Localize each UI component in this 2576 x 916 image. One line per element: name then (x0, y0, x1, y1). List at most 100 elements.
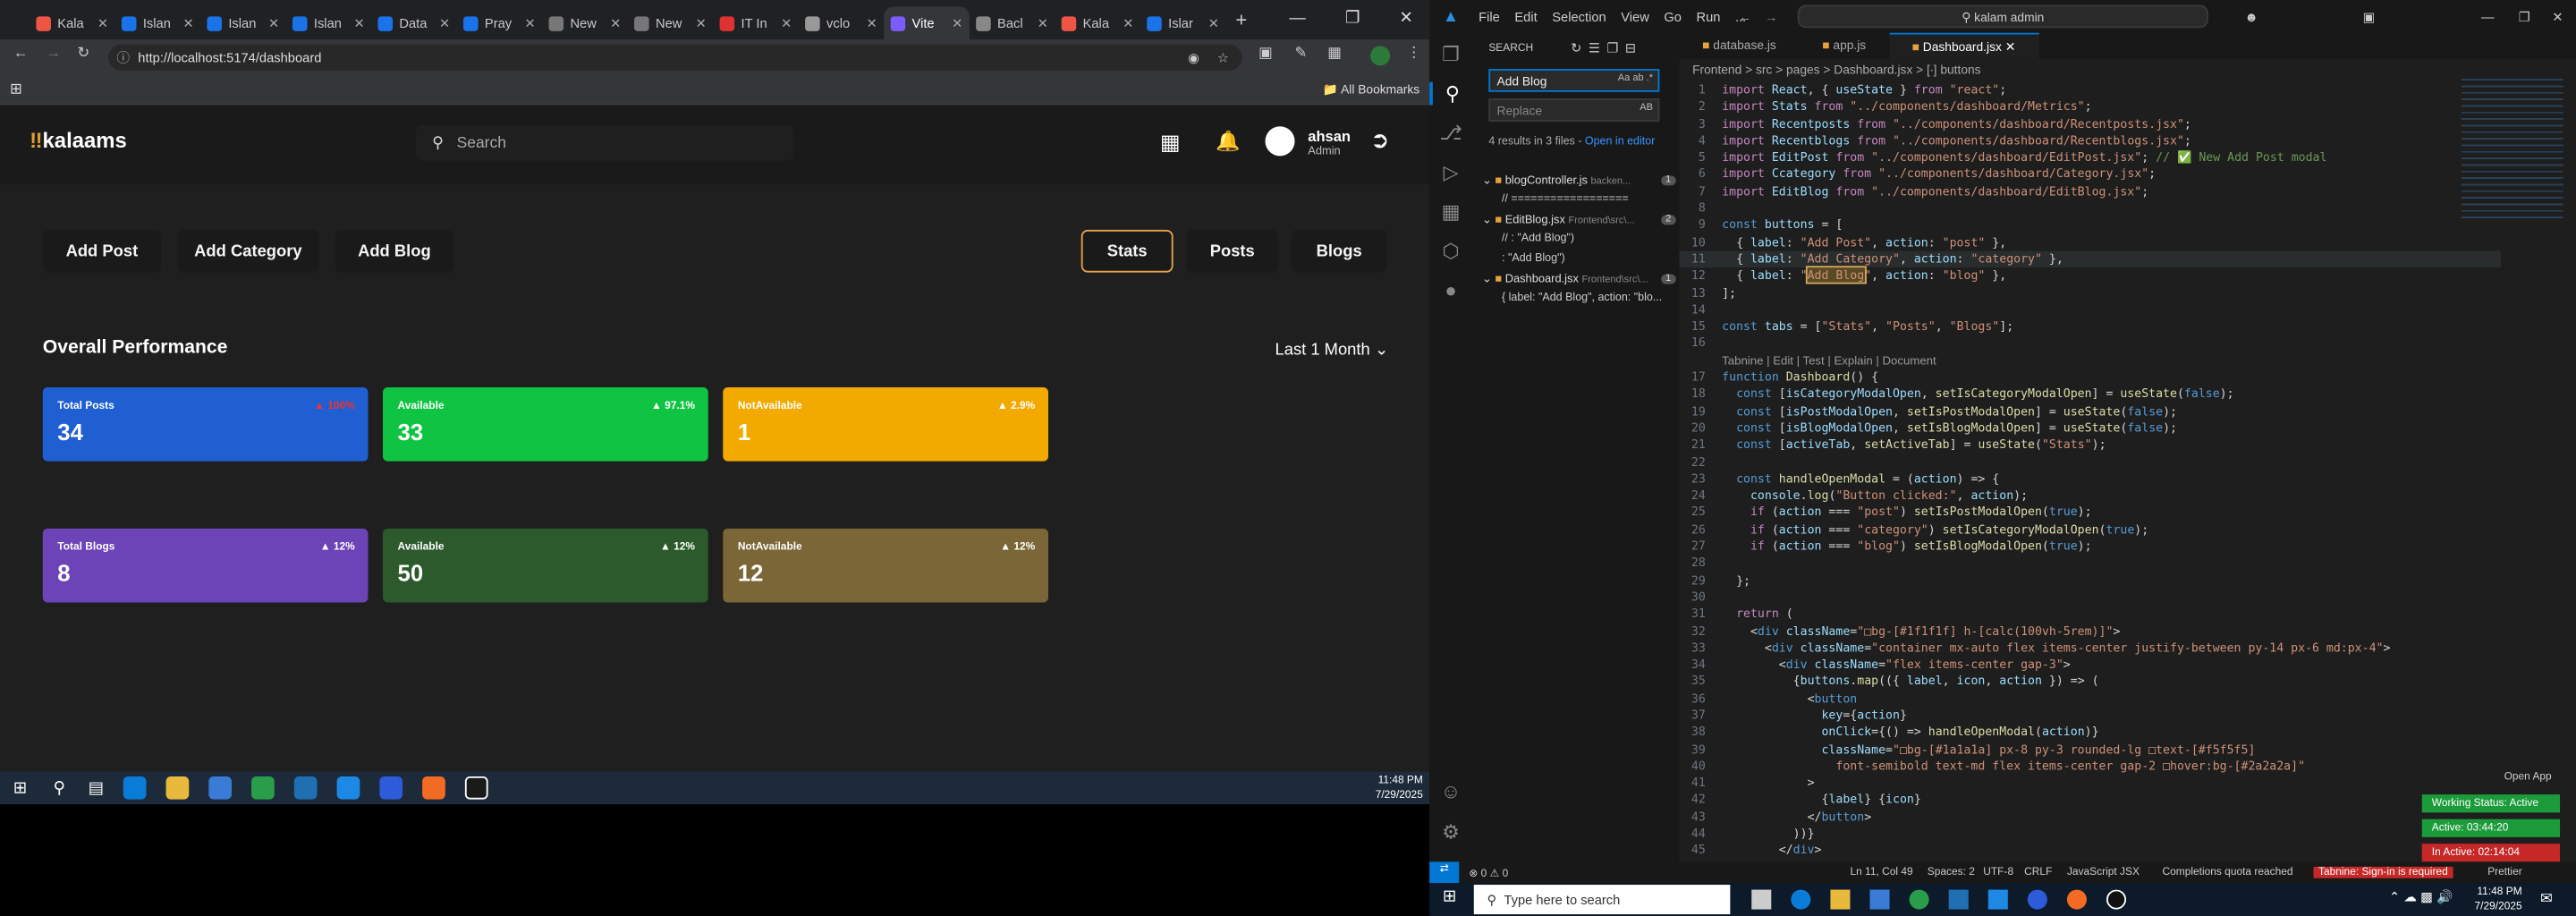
remote-icon[interactable]: ⇄ (1429, 861, 1460, 884)
close-icon[interactable]: ✕ (2552, 9, 2563, 24)
tab-close-icon[interactable]: ✕ (525, 15, 536, 30)
copilot-icon[interactable]: ☻ (2244, 9, 2258, 24)
browser-tab[interactable]: Kala ✕ (30, 6, 115, 39)
store-icon[interactable] (208, 776, 233, 800)
tab-close-icon[interactable]: ✕ (867, 15, 877, 30)
open-in-editor-link[interactable]: Open in editor (1585, 136, 1655, 148)
match-case-icon[interactable]: Aa ab .* (1618, 74, 1653, 84)
run-debug-icon[interactable]: ▷ (1429, 161, 1472, 184)
browser-tab[interactable]: Kala ✕ (1055, 6, 1140, 39)
tab-close-icon[interactable]: ✕ (1038, 15, 1048, 30)
search-icon[interactable]: ⚲ (1429, 81, 1472, 106)
bookmark-star-icon[interactable]: ☆ (1217, 50, 1229, 65)
browser-tab[interactable]: IT In ✕ (713, 6, 799, 39)
tab-close-icon[interactable]: ✕ (97, 15, 108, 30)
tab-close-icon[interactable]: ✕ (268, 15, 279, 30)
add-category-button[interactable]: Add Category (177, 229, 319, 273)
search-icon[interactable]: ⚲ (54, 779, 65, 797)
search-result-line[interactable]: // ================== (1482, 194, 1679, 214)
editor-tab[interactable]: ■ database.js (1679, 33, 1799, 59)
zoom-icon[interactable] (379, 776, 403, 800)
minimize-icon[interactable]: — (2481, 9, 2495, 24)
search-actions-icon[interactable]: ↻☰❐⊟ (1571, 41, 1642, 56)
tracker-icon[interactable] (465, 776, 488, 800)
add-blog-button[interactable]: Add Blog (335, 229, 454, 273)
maximize-icon[interactable]: ❐ (1345, 9, 1360, 27)
maximize-icon[interactable]: ❐ (2519, 9, 2530, 24)
puzzle-icon[interactable]: ▦ (1327, 45, 1342, 63)
chrome-icon[interactable] (251, 776, 275, 800)
tracker-icon[interactable] (2106, 889, 2127, 910)
code-editor[interactable]: 1 import React, { useState } from "react"… (1679, 82, 2501, 862)
line-ending[interactable]: CRLF (2024, 867, 2052, 878)
problems-count[interactable]: ⊗ 0 ⚠ 0 (1469, 866, 1508, 879)
apps-grid-icon[interactable]: ⊞ (10, 81, 22, 98)
forward-icon[interactable]: → (46, 45, 61, 61)
task-view-icon[interactable]: ▤ (89, 779, 104, 797)
store-icon[interactable] (1869, 889, 1890, 910)
account-icon[interactable]: ☺ (1429, 780, 1472, 803)
tray-icons[interactable]: ⌃ ☁ ▩ 🔊 (2389, 890, 2453, 905)
close-icon[interactable]: ✕ (1399, 9, 1412, 27)
extensions-icon[interactable]: ▦ (1429, 200, 1472, 224)
extension-icon[interactable]: ▣ (1258, 45, 1273, 63)
vscode-icon[interactable] (336, 776, 360, 800)
layout-icon[interactable]: ▣ (2363, 9, 2376, 24)
editor-tab[interactable]: ■ Dashboard.jsx ✕ (1888, 32, 2038, 60)
tabnine-status[interactable]: Tabnine: Sign-in is required (2313, 866, 2453, 878)
app-icon[interactable] (1948, 889, 1969, 910)
open-app-label[interactable]: Open App (2495, 768, 2562, 786)
windows-start-icon[interactable]: ⊞ (13, 779, 27, 797)
completions-quota[interactable]: Completions quota reached (2162, 867, 2292, 878)
language-mode[interactable]: JavaScript JSX (2067, 867, 2140, 878)
notification-icon[interactable]: ✉ (2540, 890, 2553, 908)
menu-item[interactable]: Go (1664, 9, 1682, 24)
mongodb-icon[interactable]: ● (1429, 279, 1472, 302)
chrome-icon[interactable] (1909, 889, 1929, 910)
menu-item[interactable]: Run (1697, 9, 1721, 24)
menu-item[interactable]: Selection (1552, 9, 1606, 24)
tab-close-icon[interactable]: ✕ (1123, 15, 1133, 30)
profile-avatar[interactable] (1370, 46, 1391, 66)
replace-all-icon[interactable]: AB (1640, 104, 1653, 114)
gear-icon[interactable]: ⚙ (1429, 821, 1472, 844)
browser-tab[interactable]: Data ✕ (371, 6, 457, 39)
task-view-icon[interactable] (1751, 889, 1772, 910)
browser-tab[interactable]: Pray ✕ (457, 6, 543, 39)
tab-close-icon[interactable]: ✕ (952, 15, 962, 30)
incognito-icon[interactable]: ◉ (1188, 50, 1199, 65)
cursor-position[interactable]: Ln 11, Col 49 (1850, 867, 1912, 878)
menu-kebab-icon[interactable]: ⋮ (1406, 45, 1421, 63)
app-icon[interactable] (294, 776, 318, 800)
prettier-status[interactable]: Prettier (2487, 867, 2521, 878)
postman-icon[interactable] (2066, 889, 2087, 910)
grid-icon[interactable]: ▦ (1160, 130, 1181, 156)
tab-posts[interactable]: Posts (1186, 229, 1279, 273)
browser-tab[interactable]: Vite ✕ (884, 6, 970, 40)
nav-back-icon[interactable]: ← (1739, 9, 1752, 24)
search-result-file[interactable]: ⌄ ■ blogController.js backen... 1 (1482, 174, 1679, 194)
tab-stats[interactable]: Stats (1080, 229, 1174, 273)
browser-tab[interactable]: Islan ✕ (200, 6, 286, 39)
encoding[interactable]: UTF-8 (1983, 867, 2013, 878)
taskbar-search-input[interactable]: ⚲ Type here to search (1473, 885, 1731, 915)
edge-icon[interactable] (1791, 889, 1811, 910)
search-input[interactable]: ⚲ Search (415, 124, 794, 161)
browser-tab[interactable]: Bacl ✕ (970, 6, 1055, 39)
source-control-icon[interactable]: ⎇ (1429, 122, 1472, 145)
bell-icon[interactable]: 🔔 (1216, 130, 1240, 153)
nav-forward-icon[interactable]: → (1765, 9, 1778, 24)
reload-icon[interactable]: ↻ (77, 45, 89, 63)
browser-tab[interactable]: Islan ✕ (115, 6, 201, 39)
windows-start-icon[interactable]: ⊞ (1443, 888, 1456, 906)
browser-tab[interactable]: vclo ✕ (799, 6, 885, 39)
tabnine-icon[interactable]: ⬡ (1429, 240, 1472, 263)
site-info-icon[interactable]: ⓘ (116, 48, 130, 66)
tab-close-icon[interactable]: ✕ (354, 15, 365, 30)
replace-input[interactable]: Replace AB (1488, 98, 1660, 122)
new-tab-button[interactable]: + (1235, 8, 1247, 31)
minimap[interactable] (2461, 79, 2563, 219)
command-center[interactable]: ⚲ kalam admin (1797, 4, 2208, 29)
search-result-line[interactable]: // : "Add Blog") (1482, 233, 1679, 253)
minimize-icon[interactable]: — (1289, 9, 1305, 27)
